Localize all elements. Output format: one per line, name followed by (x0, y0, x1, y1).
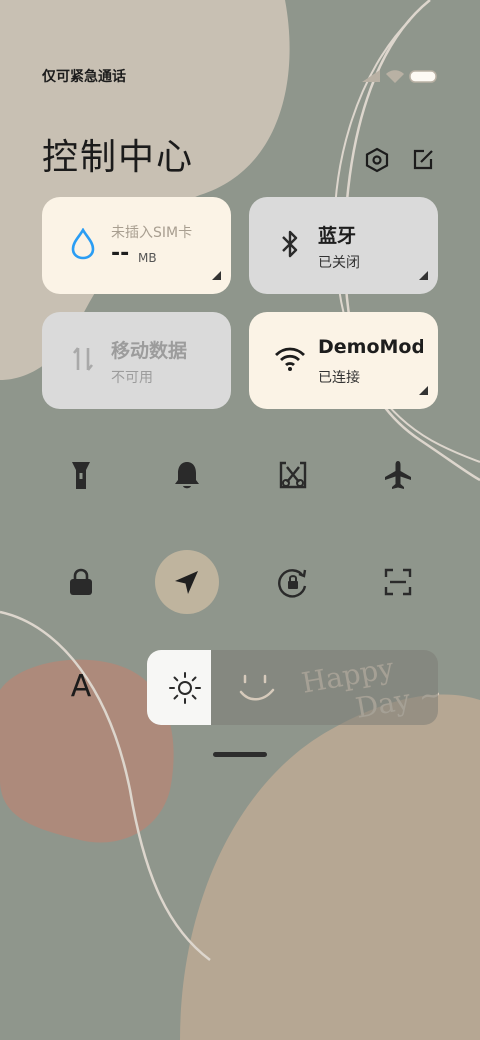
signal-icon (362, 70, 380, 82)
data-usage-unit: MB (138, 251, 157, 265)
tile-expand-corner (419, 271, 428, 280)
wifi-tile[interactable]: DemoMode 已连接 (249, 312, 438, 409)
status-bar-carrier: 仅可紧急通话 (42, 69, 126, 85)
panel-drag-handle[interactable] (213, 752, 267, 757)
data-usage-tile[interactable]: 未插入SIM卡 -- MB (42, 197, 231, 294)
settings-hex-icon[interactable] (361, 144, 393, 176)
brightness-slider[interactable] (147, 650, 438, 725)
screenshot-icon[interactable] (271, 453, 315, 497)
status-icons (362, 70, 437, 83)
mobile-data-icon (66, 342, 100, 376)
edit-icon[interactable] (407, 144, 439, 176)
mobile-data-tile[interactable]: 移动数据 不可用 (42, 312, 231, 409)
data-usage-value: -- (111, 241, 130, 266)
font-size-button[interactable]: A (62, 668, 100, 706)
water-drop-icon (66, 227, 100, 261)
page-title: 控制中心 (42, 137, 195, 178)
wifi-status-icon (386, 70, 404, 83)
tile-expand-corner (212, 271, 221, 280)
battery-icon (409, 70, 437, 83)
bell-icon[interactable] (165, 453, 209, 497)
wifi-network-name: DemoMode (318, 336, 423, 358)
bluetooth-status: 已关闭 (318, 255, 360, 271)
wifi-status: 已连接 (318, 370, 360, 386)
bluetooth-icon (273, 227, 307, 261)
tile-expand-corner (419, 386, 428, 395)
rotation-lock-icon[interactable] (271, 560, 315, 604)
brightness-icon (169, 672, 201, 704)
bluetooth-tile[interactable]: 蓝牙 已关闭 (249, 197, 438, 294)
smiley-doodle (239, 674, 275, 701)
scan-icon[interactable] (376, 560, 420, 604)
bluetooth-title: 蓝牙 (318, 225, 357, 247)
sim-status-text: 未插入SIM卡 (111, 225, 193, 241)
wifi-icon (273, 342, 307, 376)
lock-icon[interactable] (59, 560, 103, 604)
flashlight-icon[interactable] (59, 453, 103, 497)
location-button[interactable] (155, 550, 219, 614)
mobile-data-title: 移动数据 (111, 340, 188, 362)
airplane-icon[interactable] (376, 453, 420, 497)
location-icon (175, 571, 198, 594)
mobile-data-status: 不可用 (111, 370, 153, 386)
